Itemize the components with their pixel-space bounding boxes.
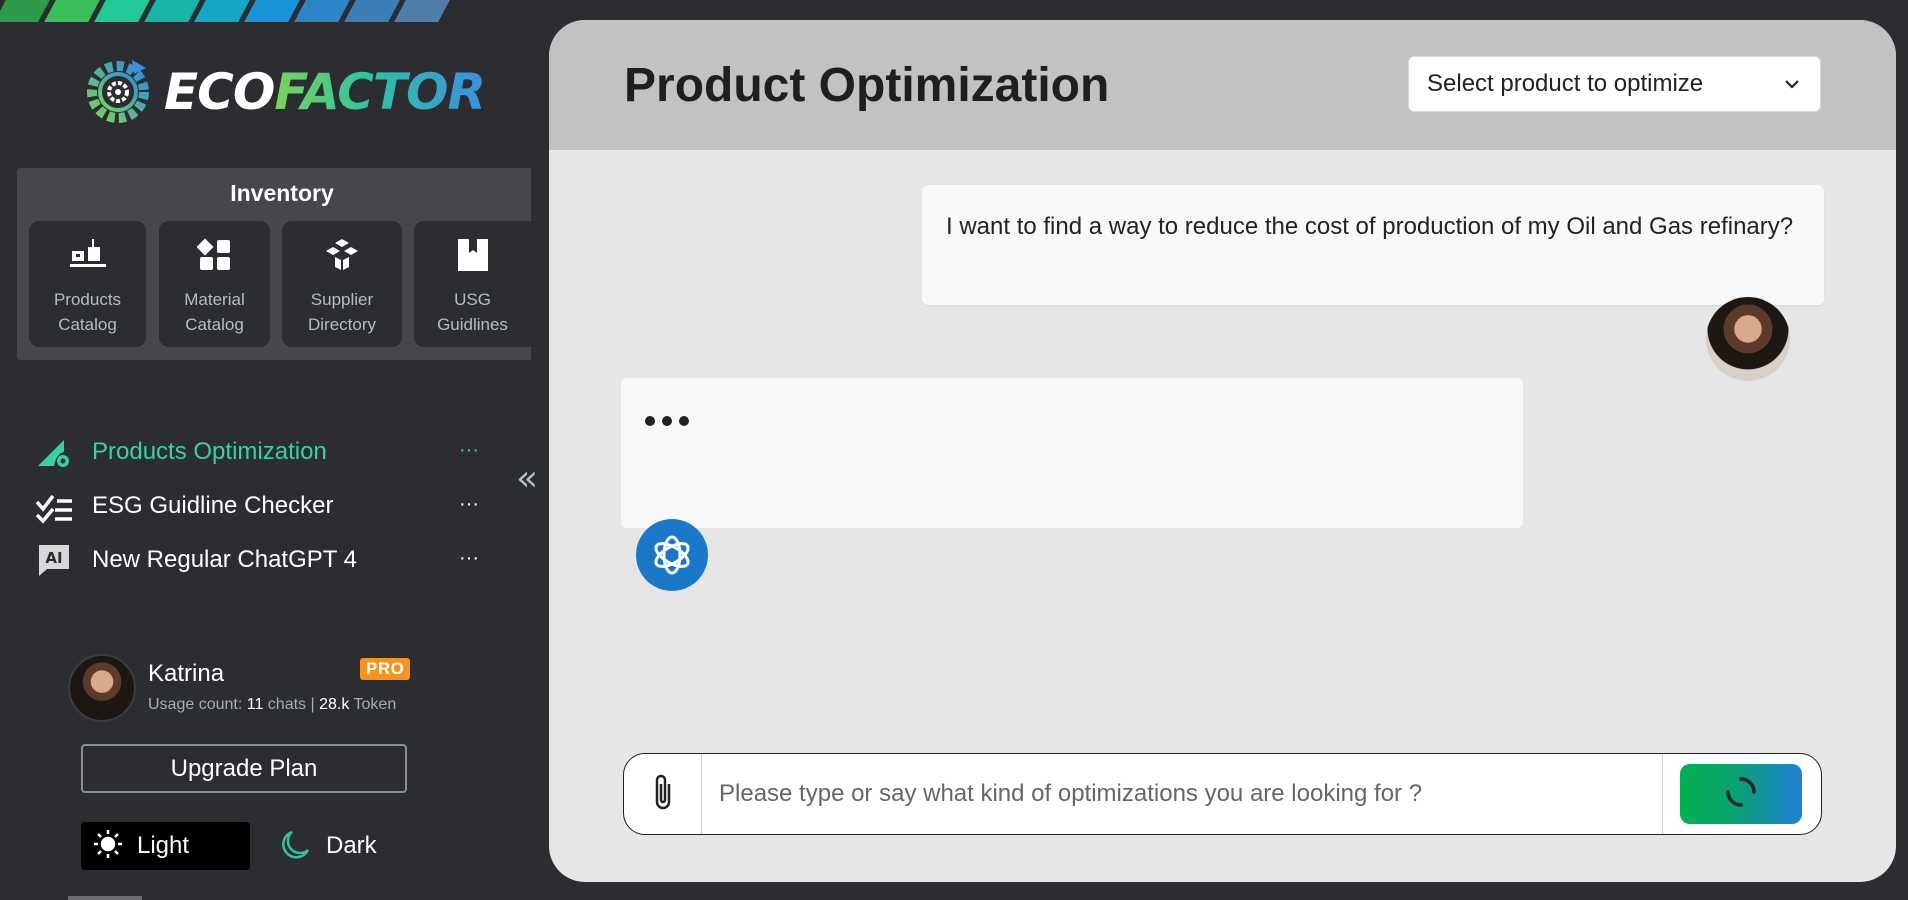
nav-label: ESG Guidline Checker: [92, 492, 334, 519]
paperclip-icon: [649, 772, 677, 817]
nav-item-chatgpt[interactable]: AI New Regular ChatGPT 4 ···: [34, 533, 494, 587]
inventory-panel: Inventory Products Catalog Material Cata…: [17, 168, 531, 360]
optimization-icon: [34, 432, 74, 472]
chat-input[interactable]: [719, 754, 1639, 834]
products-catalog-label: Products Catalog: [53, 290, 122, 334]
user-message-bubble: I want to find a way to reduce the cost …: [922, 185, 1824, 305]
inventory-title: Inventory: [230, 180, 334, 206]
openai-icon: [636, 519, 708, 591]
usg-guidelines-card[interactable]: USG Guidlines: [414, 221, 531, 347]
attach-button[interactable]: [624, 754, 702, 834]
chevron-down-icon: [1782, 73, 1802, 101]
chats-count: 11: [246, 696, 264, 713]
sun-icon: [93, 829, 123, 864]
material-catalog-card[interactable]: Material Catalog: [159, 221, 270, 347]
material-catalog-icon: [195, 235, 235, 275]
tokens-count: 28.k: [319, 696, 350, 713]
checklist-icon: [34, 486, 74, 526]
tokens-label: Token: [353, 696, 397, 713]
send-button[interactable]: [1680, 764, 1802, 824]
nav-item-products-optimization[interactable]: Products Optimization ···: [34, 425, 494, 479]
avatar: [68, 654, 136, 722]
sidebar: ECOFACTOR Inventory Products Catalog Mat…: [0, 0, 548, 900]
product-select-dropdown[interactable]: Select product to optimize: [1408, 56, 1821, 112]
logo-text-eco: ECO: [164, 63, 275, 121]
gear-logo-icon: [80, 52, 156, 133]
page-title: Product Optimization: [624, 59, 1110, 112]
products-catalog-card[interactable]: Products Catalog: [29, 221, 146, 347]
user-profile[interactable]: Katrina PRO Usage count: 11 chats | 28.k…: [68, 654, 428, 724]
dark-theme-button[interactable]: Dark: [276, 822, 396, 870]
collapse-sidebar-button[interactable]: «: [516, 458, 538, 499]
more-options-icon[interactable]: ···: [459, 493, 479, 516]
nav-item-esg-checker[interactable]: ESG Guidline Checker ···: [34, 479, 494, 533]
more-options-icon[interactable]: ···: [459, 439, 479, 462]
main-header: Product Optimization Select product to o…: [549, 20, 1896, 150]
logo-text-factor: FACTOR: [274, 63, 486, 121]
usg-guidelines-label: USG Guidlines: [437, 290, 508, 334]
nav-label: Products Optimization: [92, 438, 327, 465]
light-theme-label: Light: [137, 832, 190, 859]
scroll-indicator: [68, 896, 142, 900]
material-catalog-label: Material Catalog: [184, 290, 245, 334]
product-select-value: Select product to optimize: [1427, 70, 1704, 97]
upgrade-plan-button[interactable]: Upgrade Plan: [81, 744, 407, 793]
typing-indicator: [645, 416, 689, 426]
supplier-directory-card[interactable]: Supplier Directory: [282, 221, 402, 347]
chats-label: chats: [267, 696, 307, 713]
loading-spinner-icon: [1724, 775, 1758, 814]
nav-label: New Regular ChatGPT 4: [92, 546, 358, 573]
sidebar-nav: Products Optimization ··· ESG Guidline C…: [34, 425, 494, 587]
pro-badge: PRO: [360, 658, 411, 680]
chat-composer: [623, 753, 1822, 835]
supplier-directory-icon: [322, 235, 362, 275]
moon-icon: [280, 828, 312, 865]
assistant-message-bubble: [621, 378, 1523, 528]
user-avatar: [1706, 297, 1790, 381]
svg-text:AI: AI: [45, 549, 62, 567]
usage-count: Usage count: 11 chats | 28.k Token: [148, 696, 396, 714]
ecofactor-logo[interactable]: ECOFACTOR: [80, 52, 486, 133]
dark-theme-label: Dark: [326, 832, 377, 859]
bookmark-icon: [453, 235, 493, 275]
supplier-directory-label: Supplier Directory: [307, 290, 376, 334]
usage-label: Usage count:: [148, 696, 243, 713]
divider: [1662, 754, 1663, 834]
light-theme-button[interactable]: Light: [81, 822, 250, 870]
more-options-icon[interactable]: ···: [459, 547, 479, 570]
products-catalog-icon: [68, 235, 108, 275]
ai-icon: AI: [34, 540, 74, 580]
user-name: Katrina: [148, 660, 225, 687]
usage-separator: |: [310, 696, 315, 713]
main-panel: Product Optimization Select product to o…: [549, 20, 1896, 882]
